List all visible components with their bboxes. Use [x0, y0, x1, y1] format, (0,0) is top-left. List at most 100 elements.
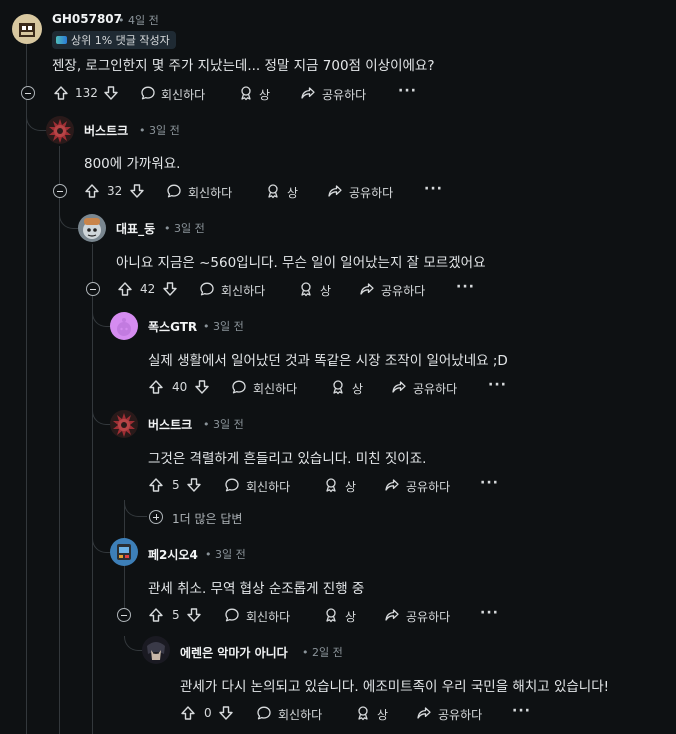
upvote-icon[interactable]: [148, 477, 164, 493]
reply-button[interactable]: 회신하다: [246, 608, 290, 625]
reply-icon[interactable]: [224, 607, 240, 623]
comment-timestamp[interactable]: • 3일 전: [164, 220, 205, 236]
vote-count: 5: [172, 608, 180, 622]
collapse-thread-button[interactable]: [117, 608, 131, 622]
award-icon[interactable]: [323, 607, 339, 623]
comment-timestamp[interactable]: • 3일 전: [203, 416, 244, 432]
award-icon[interactable]: [355, 705, 371, 721]
collapse-thread-button[interactable]: [53, 184, 67, 198]
avatar[interactable]: [110, 312, 138, 340]
upvote-icon[interactable]: [117, 281, 133, 297]
reply-icon[interactable]: [231, 379, 247, 395]
share-button[interactable]: 공유하다: [322, 86, 366, 103]
reply-icon[interactable]: [256, 705, 272, 721]
downvote-icon[interactable]: [103, 85, 119, 101]
more-options-button[interactable]: ···: [480, 605, 499, 621]
share-icon[interactable]: [416, 705, 432, 721]
avatar[interactable]: [110, 410, 138, 438]
avatar[interactable]: [78, 214, 106, 242]
comment-timestamp[interactable]: • 3일 전: [203, 318, 244, 334]
avatar[interactable]: [142, 636, 170, 664]
collapse-thread-button[interactable]: [86, 282, 100, 296]
avatar[interactable]: [12, 14, 42, 44]
reply-button[interactable]: 회신하다: [253, 380, 297, 397]
award-icon[interactable]: [323, 477, 339, 493]
reply-button[interactable]: 회신하다: [221, 282, 265, 299]
upvote-icon[interactable]: [148, 379, 164, 395]
share-icon[interactable]: [359, 281, 375, 297]
share-button[interactable]: 공유하다: [413, 380, 457, 397]
avatar[interactable]: [110, 538, 138, 566]
comment-body: 800에 가까워요.: [84, 156, 181, 172]
reply-icon[interactable]: [166, 183, 182, 199]
reply-button[interactable]: 회신하다: [246, 478, 290, 495]
award-button[interactable]: 상: [287, 184, 298, 201]
comment-author[interactable]: 대표_둥: [116, 220, 155, 237]
comment-timestamp[interactable]: • 3일 전: [139, 122, 180, 138]
award-icon[interactable]: [298, 281, 314, 297]
award-button[interactable]: 상: [352, 380, 363, 397]
reply-icon[interactable]: [140, 85, 156, 101]
collapse-thread-button[interactable]: [21, 86, 35, 100]
award-button[interactable]: 상: [259, 86, 270, 103]
more-replies-icon[interactable]: [149, 510, 163, 524]
comment-body: 실제 생활에서 일어났던 것과 똑같은 시장 조작이 일어났네요 ;D: [148, 353, 508, 369]
upvote-icon[interactable]: [84, 183, 100, 199]
comment-body: 젠장, 로그인한지 몇 주가 지났는데... 정말 지금 700점 이상이에요?: [52, 58, 435, 74]
award-button[interactable]: 상: [377, 706, 388, 723]
more-options-button[interactable]: ···: [488, 377, 507, 393]
thread-line-2[interactable]: [59, 146, 60, 734]
reply-button[interactable]: 회신하다: [188, 184, 232, 201]
more-options-button[interactable]: ···: [424, 181, 443, 197]
thread-connector: [59, 214, 80, 229]
share-button[interactable]: 공유하다: [406, 478, 450, 495]
downvote-icon[interactable]: [186, 477, 202, 493]
reply-button[interactable]: 회신하다: [278, 706, 322, 723]
more-options-button[interactable]: ···: [456, 279, 475, 295]
comment-author[interactable]: 폭스GTR: [148, 318, 197, 335]
reply-icon[interactable]: [199, 281, 215, 297]
share-icon[interactable]: [327, 183, 343, 199]
comment-body: 관세가 다시 논의되고 있습니다. 에조미트족이 우리 국민을 해치고 있습니다…: [180, 679, 610, 695]
share-icon[interactable]: [300, 85, 316, 101]
more-options-button[interactable]: ···: [480, 475, 499, 491]
vote-count: 5: [172, 478, 180, 492]
downvote-icon[interactable]: [129, 183, 145, 199]
comment-author[interactable]: 버스트크: [84, 122, 128, 139]
comment-timestamp[interactable]: • 4일 전: [118, 12, 159, 28]
award-button[interactable]: 상: [345, 608, 356, 625]
comment-author[interactable]: 버스트크: [148, 416, 192, 433]
share-button[interactable]: 공유하다: [438, 706, 482, 723]
upvote-icon[interactable]: [148, 607, 164, 623]
reply-icon[interactable]: [224, 477, 240, 493]
award-icon[interactable]: [330, 379, 346, 395]
more-replies-button[interactable]: 1더 많은 답변: [172, 510, 242, 527]
share-icon[interactable]: [391, 379, 407, 395]
award-button[interactable]: 상: [320, 282, 331, 299]
downvote-icon[interactable]: [218, 705, 234, 721]
comment-author[interactable]: 페2시오4: [148, 546, 198, 563]
comment-body: 아니요 지금은 ~560입니다. 무슨 일이 일어났는지 잘 모르겠어요: [116, 255, 486, 271]
share-button[interactable]: 공유하다: [381, 282, 425, 299]
downvote-icon[interactable]: [194, 379, 210, 395]
avatar[interactable]: [46, 116, 74, 144]
comment-timestamp[interactable]: • 2일 전: [302, 644, 343, 660]
downvote-icon[interactable]: [162, 281, 178, 297]
award-button[interactable]: 상: [345, 478, 356, 495]
award-icon[interactable]: [238, 85, 254, 101]
share-icon[interactable]: [384, 607, 400, 623]
share-button[interactable]: 공유하다: [349, 184, 393, 201]
share-icon[interactable]: [384, 477, 400, 493]
upvote-icon[interactable]: [180, 705, 196, 721]
more-options-button[interactable]: ···: [512, 703, 531, 719]
comment-timestamp[interactable]: • 3일 전: [205, 546, 246, 562]
upvote-icon[interactable]: [53, 85, 69, 101]
comment-author[interactable]: 에렌은 악마가 아니다: [180, 644, 288, 661]
downvote-icon[interactable]: [186, 607, 202, 623]
thread-line-1[interactable]: [26, 44, 27, 734]
share-button[interactable]: 공유하다: [406, 608, 450, 625]
comment-author[interactable]: GH057807: [52, 12, 122, 26]
more-options-button[interactable]: ···: [398, 83, 417, 99]
award-icon[interactable]: [265, 183, 281, 199]
reply-button[interactable]: 회신하다: [161, 86, 205, 103]
